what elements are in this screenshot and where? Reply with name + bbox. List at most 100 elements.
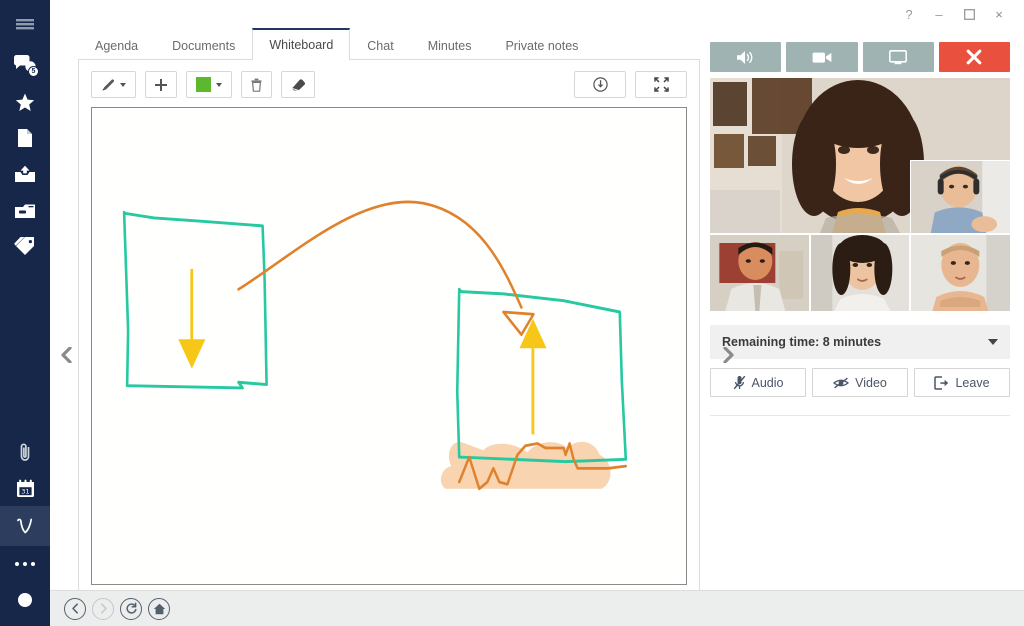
- reload-icon: [125, 602, 138, 615]
- whiteboard-drawing: [92, 108, 686, 584]
- shape-square-right: [457, 289, 626, 461]
- sidebar-item-archive[interactable]: [0, 192, 50, 228]
- monitor-icon: [889, 50, 907, 65]
- document-icon: [17, 128, 33, 148]
- help-button[interactable]: ?: [894, 1, 924, 27]
- call-action-row: Audio Video: [710, 368, 1010, 397]
- sidebar-item-inbox[interactable]: [0, 156, 50, 192]
- speaker-icon: [736, 50, 755, 65]
- tabstrip: Agenda Documents Whiteboard Chat Minutes…: [78, 28, 700, 60]
- video-button[interactable]: Video: [812, 368, 908, 397]
- whiteboard-prev-button[interactable]: [58, 344, 74, 366]
- tab-private-notes[interactable]: Private notes: [488, 30, 595, 60]
- color-caret-icon: [216, 83, 222, 87]
- video-tile-1[interactable]: [710, 235, 809, 311]
- leave-button[interactable]: Leave: [914, 368, 1010, 397]
- video-tile-2-image: [811, 235, 910, 311]
- end-call-button[interactable]: [939, 42, 1010, 72]
- chevron-right-icon: [723, 347, 734, 363]
- content-body: Agenda Documents Whiteboard Chat Minutes…: [50, 28, 1024, 626]
- add-button[interactable]: [145, 71, 177, 98]
- sidebar-item-documents[interactable]: [0, 120, 50, 156]
- camera-icon: [812, 51, 832, 64]
- sidebar-item-tags[interactable]: [0, 228, 50, 264]
- star-icon: [15, 93, 35, 112]
- audio-button[interactable]: Audio: [710, 368, 806, 397]
- whiteboard-panel: [78, 60, 700, 598]
- mic-muted-icon: [733, 375, 746, 390]
- leave-button-label: Leave: [955, 376, 989, 390]
- eraser-icon: [290, 78, 306, 92]
- video-tile-3-image: [911, 235, 1010, 311]
- arrow-down-yellow: [178, 269, 205, 369]
- whiteboard-next-button[interactable]: [720, 344, 736, 366]
- pen-tool-button[interactable]: [91, 71, 136, 98]
- download-button[interactable]: [574, 71, 626, 98]
- sidebar-item-menu[interactable]: [0, 8, 50, 44]
- sidebar-item-account[interactable]: [0, 582, 50, 618]
- call-controls: [710, 28, 1010, 72]
- close-icon: [966, 49, 982, 65]
- color-swatch: [196, 77, 211, 92]
- sidebar-item-meetings[interactable]: [0, 506, 50, 546]
- pencil-icon: [101, 78, 115, 92]
- color-picker-button[interactable]: [186, 71, 232, 98]
- video-tile-pip[interactable]: [910, 160, 1010, 233]
- archive-icon: [14, 202, 36, 219]
- sidebar-item-messages[interactable]: 5: [0, 44, 50, 84]
- delete-button[interactable]: [241, 71, 272, 98]
- screenshare-button[interactable]: [863, 42, 934, 72]
- camera-button[interactable]: [786, 42, 857, 72]
- exit-icon: [934, 376, 949, 390]
- forward-button[interactable]: [92, 598, 114, 620]
- calendar-icon: 31: [16, 479, 35, 498]
- video-tile-1-image: [710, 235, 809, 311]
- back-button[interactable]: [64, 598, 86, 620]
- sidebar-item-attachments[interactable]: [0, 434, 50, 470]
- whiteboard-canvas[interactable]: [91, 107, 687, 585]
- reload-button[interactable]: [120, 598, 142, 620]
- maximize-button[interactable]: [954, 1, 984, 27]
- whiteboard-canvas-wrapper: [79, 107, 699, 597]
- chevron-left-icon: [70, 603, 81, 614]
- home-button[interactable]: [148, 598, 170, 620]
- remaining-time-label: Remaining time: 8 minutes: [722, 335, 988, 349]
- maximize-icon: [964, 9, 975, 20]
- chevron-left-icon: [61, 347, 72, 363]
- audio-button-label: Audio: [752, 376, 784, 390]
- trash-icon: [250, 78, 263, 92]
- bottom-navbar: [50, 590, 1024, 626]
- video-tile-3[interactable]: [911, 235, 1010, 311]
- sidebar-item-calendar[interactable]: 31: [0, 470, 50, 506]
- chevron-right-icon: [98, 603, 109, 614]
- home-icon: [153, 603, 166, 615]
- sidebar-item-more[interactable]: [0, 546, 50, 582]
- sidebar-item-favorites[interactable]: [0, 84, 50, 120]
- fullscreen-button[interactable]: [635, 71, 687, 98]
- tab-documents[interactable]: Documents: [155, 30, 252, 60]
- more-options-icon: [14, 561, 36, 567]
- speaker-button[interactable]: [710, 42, 781, 72]
- left-sidebar: 5: [0, 0, 50, 626]
- main-area: ? – × Agenda Documents Whiteboard Chat M…: [50, 0, 1024, 626]
- tabs-area: Agenda Documents Whiteboard Chat Minutes…: [50, 28, 700, 626]
- video-button-label: Video: [855, 376, 887, 390]
- minimize-button[interactable]: –: [924, 1, 954, 27]
- whiteboard-toolbar: [79, 60, 699, 107]
- meeting-logo-icon: [14, 515, 36, 537]
- close-button[interactable]: ×: [984, 1, 1014, 27]
- video-thumbnail-row: [710, 235, 1010, 311]
- remaining-time-dropdown[interactable]: Remaining time: 8 minutes: [710, 325, 1010, 359]
- account-icon: [17, 592, 33, 608]
- fullscreen-icon: [654, 77, 669, 92]
- tab-whiteboard[interactable]: Whiteboard: [252, 28, 350, 60]
- tab-chat[interactable]: Chat: [350, 30, 410, 60]
- tab-minutes[interactable]: Minutes: [411, 30, 489, 60]
- tab-agenda[interactable]: Agenda: [78, 30, 155, 60]
- video-tile-2[interactable]: [811, 235, 910, 311]
- video-tile-main[interactable]: [710, 78, 1010, 233]
- eraser-button[interactable]: [281, 71, 315, 98]
- eye-slash-icon: [833, 377, 849, 389]
- application-window: 5: [0, 0, 1024, 626]
- menu-icon: [16, 19, 34, 33]
